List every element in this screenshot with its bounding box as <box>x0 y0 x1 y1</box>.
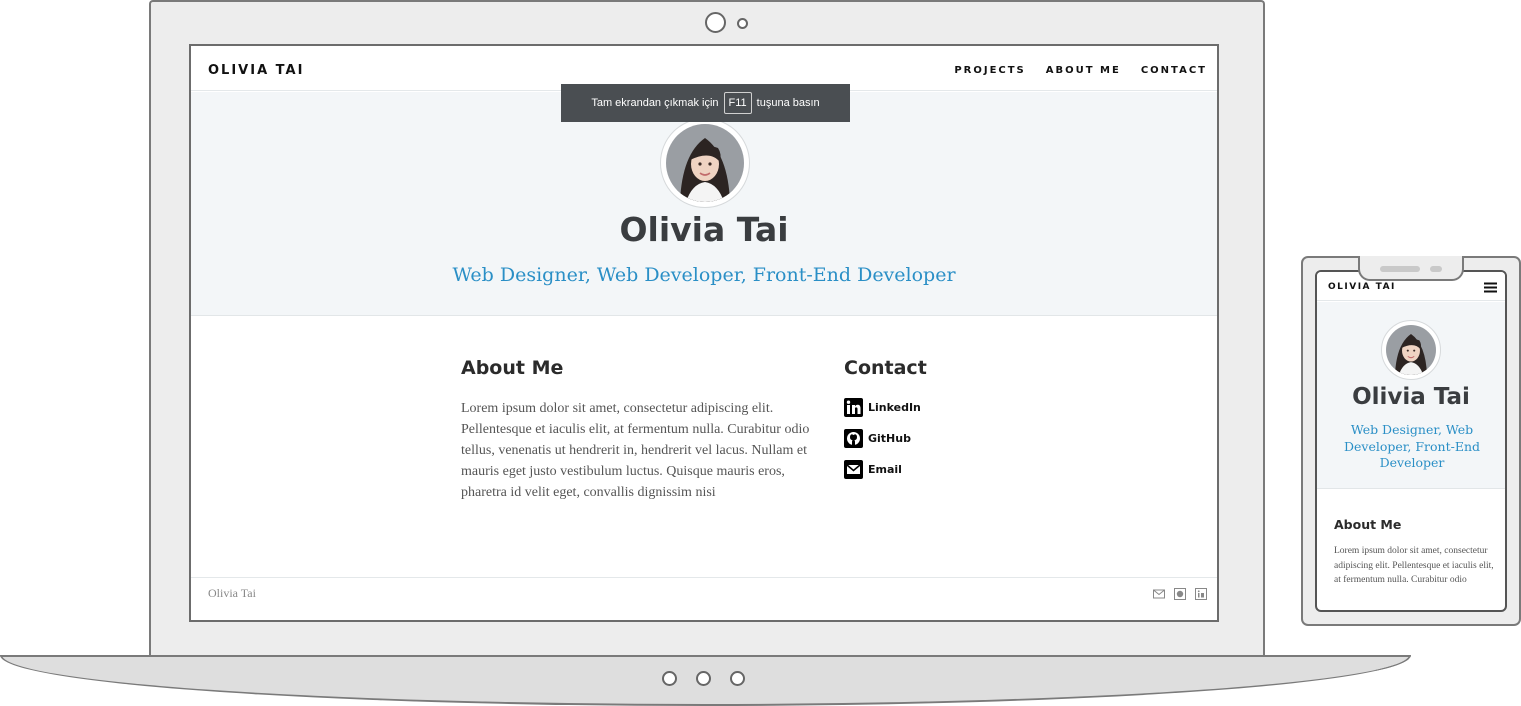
fullscreen-toast: Tam ekrandan çıkmak için F11 tuşuna bası… <box>561 84 850 122</box>
footer-icons <box>1153 585 1207 600</box>
toast-text-after: tuşuna basın <box>756 97 820 109</box>
contact-email-label: Email <box>868 462 902 476</box>
laptop-screen: OLIVIA TAI PROJECTS ABOUT ME CONTACT Oli… <box>189 44 1219 622</box>
footer: Olivia Tai <box>191 577 1217 620</box>
nav-links: PROJECTS ABOUT ME CONTACT <box>954 65 1207 76</box>
mobile-profile-photo <box>1386 325 1436 375</box>
github-icon[interactable] <box>1174 585 1186 600</box>
brand-logo[interactable]: OLIVIA TAI <box>208 63 304 78</box>
base-dot-icon <box>696 671 711 686</box>
github-icon <box>844 428 863 448</box>
linkedin-icon <box>844 397 863 417</box>
hero-name: Olivia Tai <box>619 210 789 249</box>
avatar <box>660 118 750 208</box>
email-icon <box>844 459 863 479</box>
contact-linkedin-link[interactable]: LinkedIn <box>844 397 921 417</box>
about-text: Lorem ipsum dolor sit amet, consectetur … <box>461 401 810 500</box>
camera-icon <box>705 12 726 33</box>
speaker-icon <box>1380 266 1420 272</box>
mobile-hero-subtitle: Web Designer, Web Developer, Front-End D… <box>1344 422 1480 470</box>
linkedin-icon[interactable] <box>1195 585 1207 600</box>
phone-frame: OLIVIA TAI Olivia Tai Web Designer, Web … <box>1301 256 1521 626</box>
footer-name: Olivia Tai <box>208 586 256 600</box>
hamburger-menu-icon[interactable] <box>1484 279 1497 293</box>
nav-projects-link[interactable]: PROJECTS <box>954 65 1025 76</box>
email-icon[interactable] <box>1153 585 1165 599</box>
toast-text-before: Tam ekrandan çıkmak için <box>591 97 719 109</box>
about-heading: About Me <box>461 357 564 379</box>
mobile-hero-section: Olivia Tai Web Designer, Web Developer, … <box>1317 302 1505 489</box>
contact-email-link[interactable]: Email <box>844 459 921 479</box>
sensor-icon <box>1430 266 1442 272</box>
base-dot-icon <box>662 671 677 686</box>
contact-github-label: GitHub <box>868 431 911 445</box>
base-dot-icon <box>730 671 745 686</box>
nav-about-link[interactable]: ABOUT ME <box>1046 65 1121 76</box>
hero-subtitle: Web Designer, Web Developer, Front-End D… <box>452 264 956 286</box>
mobile-hero-name: Olivia Tai <box>1352 384 1470 410</box>
contact-linkedin-label: LinkedIn <box>868 400 921 414</box>
mobile-brand-logo[interactable]: OLIVIA TAI <box>1328 282 1396 292</box>
contact-github-link[interactable]: GitHub <box>844 428 921 448</box>
hero-section: Olivia Tai Web Designer, Web Developer, … <box>191 92 1217 316</box>
toast-key: F11 <box>723 92 752 114</box>
mobile-about-heading: About Me <box>1334 517 1402 532</box>
contact-heading: Contact <box>844 357 927 379</box>
profile-photo <box>666 124 744 202</box>
mobile-avatar <box>1381 320 1441 380</box>
sensor-icon <box>737 18 748 29</box>
mobile-about-text: Lorem ipsum dolor sit amet, consectetur … <box>1334 546 1494 585</box>
contact-list: LinkedIn GitHub Email <box>844 397 921 490</box>
phone-screen: OLIVIA TAI Olivia Tai Web Designer, Web … <box>1315 270 1507 612</box>
nav-contact-link[interactable]: CONTACT <box>1141 65 1207 76</box>
